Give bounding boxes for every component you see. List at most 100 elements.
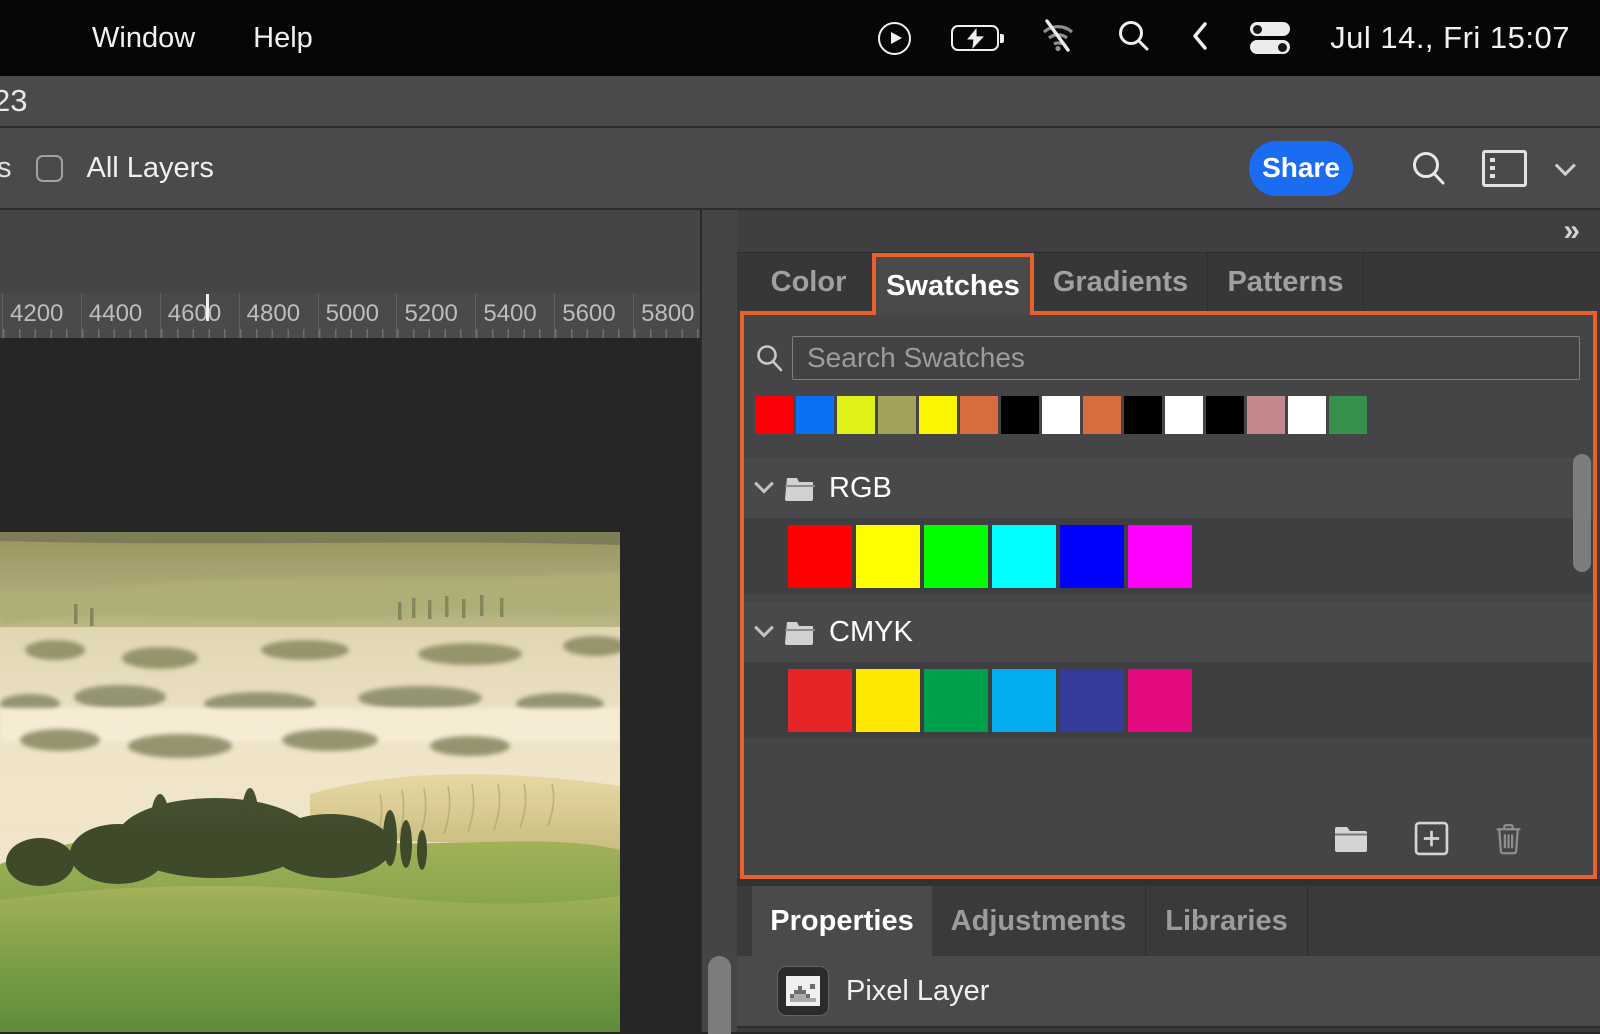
menu-bar: Window Help Jul 14., Fri 1 [0,0,1600,76]
swatch[interactable] [788,669,852,732]
canvas-top-spacer [0,210,700,293]
swatch[interactable] [796,396,834,434]
canvas-scrollbar-gutter [700,210,737,1032]
swatch[interactable] [856,525,920,588]
all-layers-checkbox[interactable] [36,155,63,182]
swatch[interactable] [1060,669,1124,732]
folder-icon [785,620,815,645]
swatch[interactable] [1206,396,1244,434]
swatch[interactable] [1128,525,1192,588]
delete-swatch-trash-icon[interactable] [1494,822,1523,855]
swatch[interactable] [919,396,957,434]
layer-properties-row: Pixel Layer [737,956,1600,1028]
menu-help[interactable]: Help [253,22,313,55]
menu-window[interactable]: Window [92,22,195,55]
swatch[interactable] [992,669,1056,732]
add-swatch-icon[interactable] [1414,821,1449,856]
control-center-icon[interactable] [1250,22,1290,54]
toggle-pill [1250,22,1290,36]
ruler-segment: 5400 [475,293,554,338]
panel-header: » [737,210,1600,253]
cmyk-swatch-row [744,662,1593,738]
swatch[interactable] [1128,669,1192,732]
folder-icon [785,476,815,501]
tab-color[interactable]: Color [745,253,872,311]
swatch[interactable] [1042,396,1080,434]
group-header-cmyk[interactable]: CMYK [744,602,1593,662]
search-icon[interactable] [1411,150,1446,186]
swatch[interactable] [856,669,920,732]
properties-tab-bar: Properties Adjustments Libraries [737,886,1600,956]
toggle-panels-icon[interactable] [1482,150,1527,187]
landscape-photo[interactable] [0,532,620,1032]
swatch[interactable] [1060,525,1124,588]
tab-gradients[interactable]: Gradients [1034,253,1208,311]
collapse-panel-icon[interactable]: » [1563,216,1578,246]
group-label: CMYK [829,616,913,649]
ruler-tick-label: 5600 [562,300,615,328]
tab-adjustments[interactable]: Adjustments [932,886,1146,956]
group-label: RGB [829,472,892,505]
ruler-tick-label: 4600 [168,300,221,328]
swatch[interactable] [924,669,988,732]
swatch[interactable] [788,525,852,588]
toolbar-right-group: Share [1249,141,1570,196]
ruler-cursor-indicator [206,294,209,321]
swatch[interactable] [878,396,916,434]
ruler-tick-label: 5200 [404,300,457,328]
tab-libraries[interactable]: Libraries [1146,886,1308,956]
ruler-segment: 4600 [160,293,239,338]
pixel-layer-thumbnail[interactable] [777,966,829,1016]
swatch[interactable] [992,525,1056,588]
ruler-segment: 5000 [318,293,397,338]
canvas-vertical-scrollbar[interactable] [708,956,731,1034]
swatch[interactable] [1083,396,1121,434]
battery-charging-icon[interactable] [951,25,999,51]
document-canvas[interactable] [0,338,700,1032]
chevron-down-icon[interactable] [754,474,774,494]
tab-patterns[interactable]: Patterns [1208,253,1364,311]
ruler-segment: 5600 [554,293,633,338]
group-header-rgb[interactable]: RGB [744,458,1593,518]
recent-swatches-row [755,396,1593,434]
swatch[interactable] [1329,396,1367,434]
lightning-bolt-icon [967,28,984,49]
spotlight-search-icon[interactable] [1117,19,1150,57]
play-circle-icon[interactable] [878,22,911,55]
wifi-off-icon[interactable] [1039,19,1077,58]
ruler-segment: 4200 [2,293,81,338]
menu-bar-clock[interactable]: Jul 14., Fri 15:07 [1330,20,1570,56]
ruler-segments: 4200 4400 4600 4800 5000 5200 5400 5600 … [2,293,712,338]
swatch-search-row [756,336,1580,380]
search-swatches-input[interactable] [792,336,1580,380]
toggle-pill [1250,40,1290,54]
new-category-folder-icon[interactable] [1333,824,1369,853]
workspace: 4200 4400 4600 4800 5000 5200 5400 5600 … [0,210,1600,1032]
swatch[interactable] [755,396,793,434]
swatch[interactable] [1288,396,1326,434]
toolbar-text-fragment: s [0,152,12,185]
ruler-tick-label: 4400 [89,300,142,328]
swatch[interactable] [1165,396,1203,434]
swatch-list-scrollbar[interactable] [1573,454,1591,572]
tab-properties[interactable]: Properties [752,886,932,956]
chevron-down-icon[interactable] [754,618,774,638]
swatches-footer-bar [744,801,1593,875]
ruler-segment: 5200 [396,293,475,338]
ruler-tick-label: 5000 [326,300,379,328]
share-button[interactable]: Share [1249,141,1353,196]
swatch[interactable] [924,525,988,588]
tab-swatches[interactable]: Swatches [872,253,1034,315]
swatch[interactable] [837,396,875,434]
swatch[interactable] [1001,396,1039,434]
chevron-left-icon[interactable] [1190,20,1210,57]
search-icon [756,344,783,372]
swatches-tab-bar: Color Swatches Gradients Patterns [737,253,1600,311]
ruler-tick-label: 4200 [10,300,63,328]
swatch[interactable] [1124,396,1162,434]
swatch[interactable] [1247,396,1285,434]
chevron-down-icon[interactable] [1555,155,1576,176]
document-title-fragment: 23 [0,83,27,119]
context-toolbar: s All Layers Share [0,128,1600,210]
swatch[interactable] [960,396,998,434]
